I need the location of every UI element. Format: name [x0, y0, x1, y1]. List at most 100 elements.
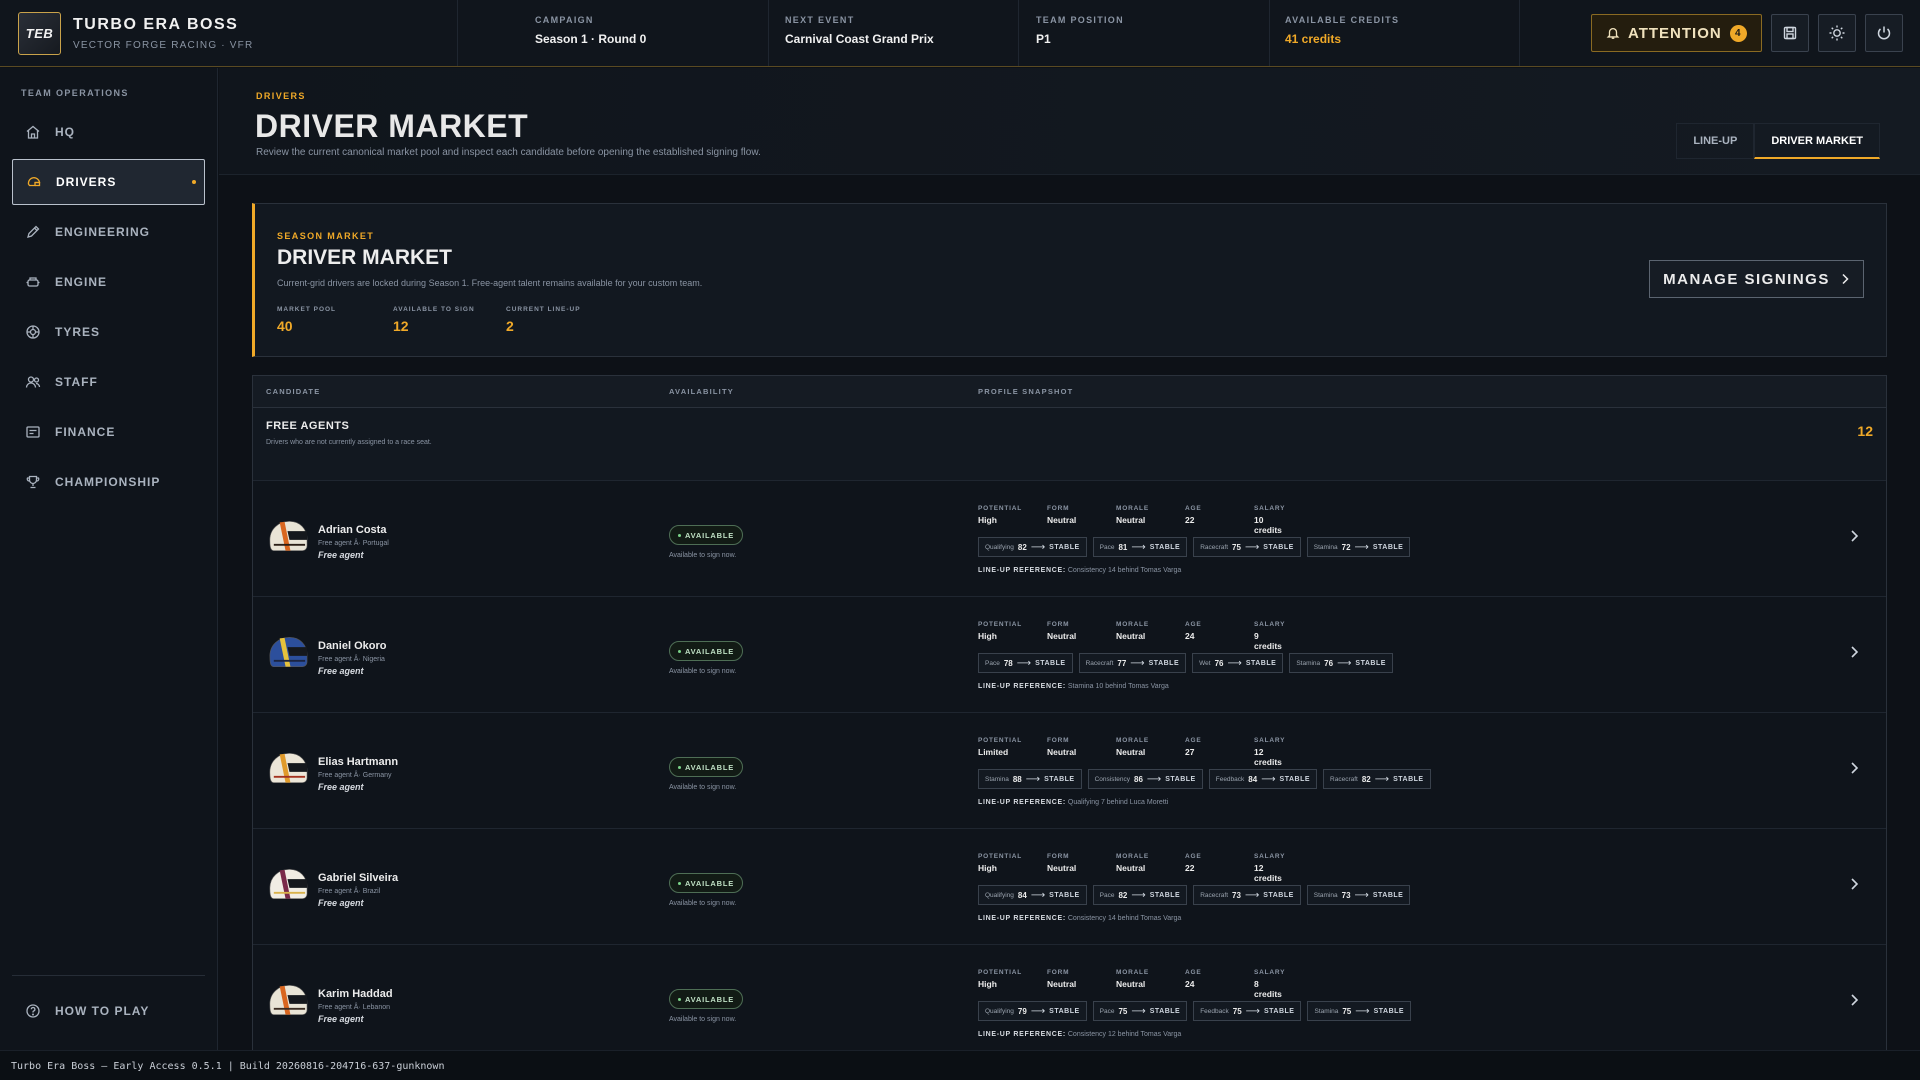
- profile-field-value: High: [978, 631, 997, 641]
- free-agents-group-header: FREE AGENTS Drivers who are not currentl…: [253, 408, 1886, 480]
- profile-field-label: POTENTIAL: [978, 853, 1023, 860]
- attribute-value: 86: [1134, 774, 1143, 784]
- attention-count-badge: 4: [1729, 24, 1747, 42]
- attribute-label: Wet: [1199, 659, 1211, 667]
- top-actions: ATTENTION 4: [1520, 0, 1920, 66]
- market-title: DRIVER MARKET: [277, 246, 453, 269]
- attribute-trend: STABLE: [1264, 1007, 1295, 1015]
- brightness-button[interactable]: [1818, 14, 1856, 52]
- attribute-value: 76: [1324, 658, 1334, 668]
- profile-field-label: FORM: [1047, 853, 1070, 860]
- profile-field-label: MORALE: [1116, 621, 1149, 628]
- sidebar-item-engine[interactable]: ENGINE: [12, 259, 205, 305]
- metric-label: CURRENT LINE-UP: [506, 306, 581, 313]
- attribute-chip: Stamina 73 ⟶ STABLE: [1306, 885, 1411, 905]
- profile-field: FORM Neutral: [1047, 737, 1076, 757]
- sidebar-item-label: TYRES: [55, 325, 101, 339]
- arrow-right-icon: ⟶: [1227, 657, 1242, 669]
- profile-field-label: POTENTIAL: [978, 505, 1023, 512]
- attribute-chip: Pace 81 ⟶ STABLE: [1092, 537, 1188, 557]
- chevron-right-icon[interactable]: [1846, 992, 1862, 1008]
- attribute-label: Stamina: [1313, 543, 1338, 551]
- profile-field: AGE 27: [1185, 737, 1202, 757]
- attribute-chip: Stamina 76 ⟶ STABLE: [1289, 653, 1393, 673]
- how-to-play-button[interactable]: HOW TO PLAY: [12, 988, 205, 1034]
- availability-note: Available to sign now.: [669, 668, 737, 675]
- attribute-trend: STABLE: [1393, 775, 1424, 783]
- table-row[interactable]: Adrian Costa Free agent Â· Portugal Free a…: [253, 480, 1886, 596]
- availability-note: Available to sign now.: [669, 784, 737, 791]
- sidebar-item-hq[interactable]: HQ: [12, 109, 205, 155]
- profile-field: MORALE Neutral: [1116, 621, 1149, 641]
- market-pool-metric: MARKET POOL 40: [277, 306, 336, 334]
- status-dot: [678, 765, 681, 769]
- attribute-chip: Pace 82 ⟶ STABLE: [1092, 885, 1188, 905]
- attribute-label: Stamina: [985, 775, 1009, 783]
- driver-name[interactable]: Adrian Costa: [318, 524, 386, 536]
- profile-field: AGE 24: [1185, 969, 1202, 989]
- availability-note: Available to sign now.: [669, 900, 737, 907]
- tab-line-up[interactable]: LINE-UP: [1676, 123, 1755, 159]
- sidebar-item-drivers[interactable]: DRIVERS: [12, 159, 205, 205]
- table-row[interactable]: Daniel Okoro Free agent Â· Nigeria Free ag…: [253, 596, 1886, 712]
- sidebar-item-engineering[interactable]: ENGINEERING: [12, 209, 205, 255]
- candidate-table: CANDIDATE AVAILABILITY PROFILE SNAPSHOT …: [252, 375, 1887, 1050]
- profile-field: AGE 22: [1185, 853, 1202, 873]
- save-button[interactable]: [1771, 14, 1809, 52]
- sidebar-item-staff[interactable]: STAFF: [12, 359, 205, 405]
- team-position-label: TEAM POSITION: [1036, 15, 1124, 25]
- attention-button[interactable]: ATTENTION 4: [1591, 14, 1762, 52]
- attribute-label: Pace: [1099, 1007, 1115, 1015]
- tab-driver-market[interactable]: DRIVER MARKET: [1754, 123, 1880, 159]
- arrow-right-icon: ⟶: [1030, 1005, 1046, 1017]
- arrow-right-icon: ⟶: [1337, 657, 1352, 669]
- campaign-label: CAMPAIGN: [535, 15, 594, 25]
- profile-field-value: 22: [1185, 863, 1195, 873]
- credits-label: AVAILABLE CREDITS: [1285, 15, 1400, 25]
- driver-name[interactable]: Daniel Okoro: [318, 640, 386, 652]
- driver-contract-status: Free agent: [318, 782, 364, 792]
- page-body: SEASON MARKET DRIVER MARKET Current-grid…: [219, 175, 1920, 1050]
- sidebar-item-championship[interactable]: CHAMPIONSHIP: [12, 459, 205, 505]
- attribute-trend: STABLE: [1279, 775, 1311, 783]
- driver-origin: Free agent Â· Nigeria: [318, 656, 385, 663]
- profile-field-value: High: [978, 515, 997, 525]
- power-button[interactable]: [1865, 14, 1903, 52]
- lineup-reference-text: Consistency 12 behind Tomas Varga: [1067, 1031, 1182, 1038]
- attribute-chip: Qualifying 82 ⟶ STABLE: [978, 537, 1087, 557]
- table-row[interactable]: Elias Hartmann Free agent Â· Germany Free …: [253, 712, 1886, 828]
- attribute-trend: STABLE: [1149, 1007, 1181, 1015]
- chevron-right-icon[interactable]: [1846, 760, 1862, 776]
- table-row[interactable]: Karim Haddad Free agent Â· Lebanon Free ag…: [253, 944, 1886, 1050]
- metric-value: 12: [393, 318, 409, 334]
- driver-helmet-icon: [269, 637, 308, 667]
- team-position-stat: TEAM POSITION P1: [1019, 0, 1270, 66]
- attribute-trend: STABLE: [1263, 891, 1294, 899]
- manage-signings-label: MANAGE SIGNINGS: [1663, 270, 1830, 288]
- how-to-play-label: HOW TO PLAY: [55, 1004, 150, 1018]
- driver-name[interactable]: Gabriel Silveira: [318, 872, 398, 884]
- lineup-reference: LINE-UP REFERENCE: Consistency 14 behind…: [978, 567, 1181, 574]
- table-row[interactable]: Gabriel Silveira Free agent Â· Brazil Free…: [253, 828, 1886, 944]
- app-logo[interactable]: TEB: [18, 11, 61, 55]
- lineup-reference-label: LINE-UP REFERENCE:: [978, 915, 1066, 922]
- sidebar-item-tyres[interactable]: TYRES: [12, 309, 205, 355]
- driver-name[interactable]: Karim Haddad: [318, 988, 393, 1000]
- attribute-chip: Racecraft 73 ⟶ STABLE: [1193, 885, 1301, 905]
- campaign-value: Season 1 · Round 0: [535, 32, 647, 46]
- chevron-right-icon[interactable]: [1846, 528, 1862, 544]
- driver-helmet-icon: [269, 521, 308, 551]
- chevron-right-icon[interactable]: [1846, 644, 1862, 660]
- attribute-chip: Feedback 75 ⟶ STABLE: [1193, 1001, 1302, 1021]
- attribute-value: 78: [1003, 658, 1013, 668]
- manage-signings-button[interactable]: MANAGE SIGNINGS: [1649, 260, 1864, 298]
- driver-name[interactable]: Elias Hartmann: [318, 756, 398, 768]
- sidebar-item-finance[interactable]: FINANCE: [12, 409, 205, 455]
- attribute-chip: Pace 78 ⟶ STABLE: [978, 653, 1073, 673]
- arrow-right-icon: ⟶: [1244, 889, 1260, 901]
- profile-field-value: 12 credits: [1254, 863, 1282, 883]
- availability-label: AVAILABLE: [685, 762, 735, 772]
- lineup-reference-label: LINE-UP REFERENCE:: [978, 1031, 1066, 1038]
- chevron-right-icon[interactable]: [1846, 876, 1862, 892]
- attribute-trend: STABLE: [1049, 543, 1080, 551]
